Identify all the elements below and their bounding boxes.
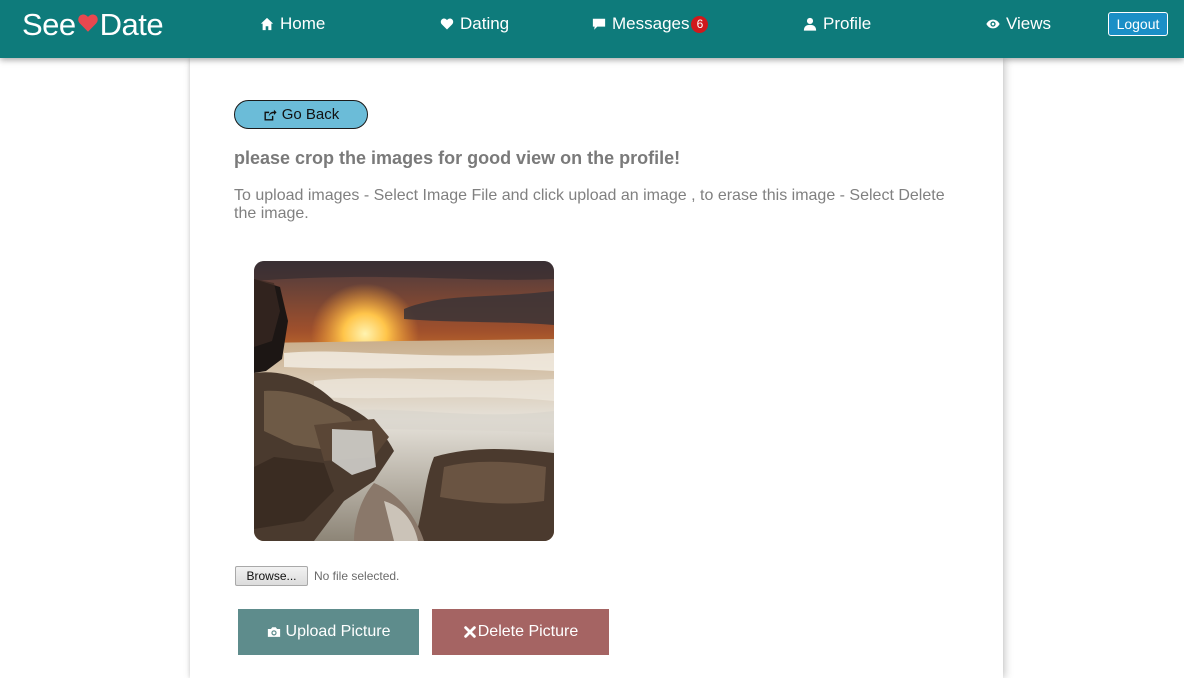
brand-logo[interactable]: See Date	[22, 5, 164, 45]
go-back-label: Go Back	[281, 106, 340, 123]
nav-profile-label: Profile	[823, 14, 872, 33]
upload-picture-label: Upload Picture	[285, 623, 391, 640]
close-icon	[463, 626, 476, 638]
brand-text-see: See	[22, 7, 76, 42]
upload-instructions: To upload images - Select Image File and…	[234, 187, 945, 222]
nav-home[interactable]: Home	[260, 13, 325, 35]
logout-button[interactable]: Logout	[1108, 12, 1168, 36]
heart-icon	[77, 14, 98, 32]
camera-icon	[267, 627, 280, 637]
content-panel: Go Back please crop the images for good …	[190, 58, 1003, 678]
file-input-row: Browse... No file selected.	[235, 566, 399, 586]
browse-button[interactable]: Browse...	[235, 566, 308, 586]
nav-messages[interactable]: Messages 6	[592, 13, 709, 35]
home-icon	[260, 17, 274, 31]
nav-messages-label: Messages	[612, 14, 690, 33]
photo-image	[254, 261, 554, 541]
page-heading: please crop the images for good view on …	[234, 148, 681, 168]
share-icon	[264, 109, 277, 121]
nav-dating[interactable]: Dating	[440, 13, 509, 35]
go-back-button[interactable]: Go Back	[234, 100, 368, 129]
sunset-seascape-photo	[254, 261, 554, 541]
delete-picture-label: Delete Picture	[477, 623, 579, 640]
heart-icon	[440, 18, 454, 30]
messages-count-badge: 6	[691, 15, 709, 33]
nav-views-label: Views	[1006, 14, 1052, 33]
nav-home-label: Home	[280, 14, 326, 33]
brand-text-date: Date	[99, 7, 164, 42]
file-status-text: No file selected.	[314, 569, 400, 583]
delete-picture-button[interactable]: Delete Picture	[432, 609, 609, 655]
nav-dating-label: Dating	[460, 14, 510, 33]
eye-icon	[986, 19, 1000, 29]
user-icon	[803, 17, 817, 31]
nav-profile[interactable]: Profile	[803, 13, 871, 35]
top-navbar: See Date Home Dating Messages 6 Profile	[0, 0, 1184, 58]
nav-views[interactable]: Views	[986, 13, 1051, 35]
upload-picture-button[interactable]: Upload Picture	[238, 609, 419, 655]
comment-icon	[592, 18, 606, 30]
